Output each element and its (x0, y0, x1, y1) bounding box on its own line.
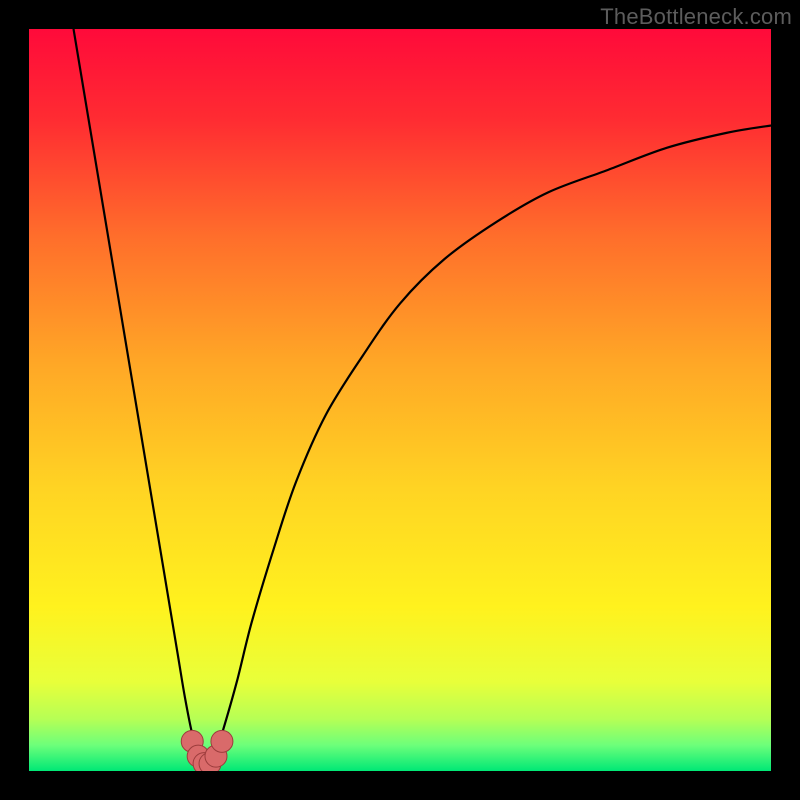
bottleneck-chart (29, 29, 771, 771)
chart-frame (29, 29, 771, 771)
watermark-text: TheBottleneck.com (600, 4, 792, 30)
optimal-marker (211, 730, 233, 752)
gradient-background (29, 29, 771, 771)
